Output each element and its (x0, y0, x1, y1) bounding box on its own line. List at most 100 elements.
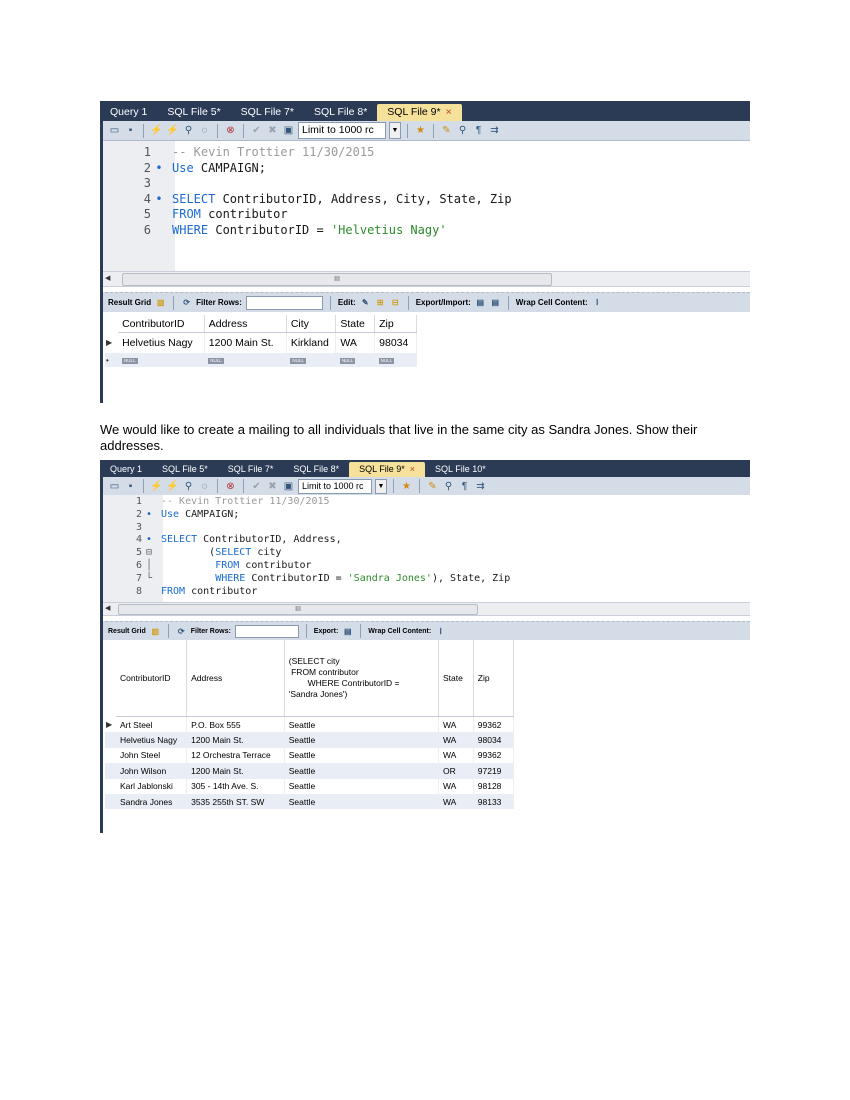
fold-marker-icon[interactable]: ⊟ (142, 547, 156, 560)
sql-editor[interactable]: 1 -- Kevin Trottier 11/30/2015 2 • Use CAMPA… (100, 141, 750, 271)
table-row[interactable]: Helvetius Nagy 1200 Main St. Seattle WA 9803… (105, 732, 515, 748)
brush-icon[interactable]: ✎ (440, 124, 453, 137)
grid-cell[interactable]: Seattle (284, 732, 439, 748)
scroll-thumb[interactable]: III (118, 604, 478, 615)
table-row[interactable]: Sandra Jones 3535 255th ST. SW Seattle WA 98… (105, 793, 515, 810)
column-header[interactable]: Zip (374, 315, 417, 333)
null-cell[interactable]: NULL (375, 353, 417, 367)
result-grid-label[interactable]: Result Grid (108, 628, 146, 635)
new-row[interactable]: • NULL NULL NULL NULL NULL (105, 353, 417, 367)
grid-cell[interactable]: 1200 Main St. (186, 732, 285, 748)
grid-cell[interactable]: 97219 (473, 763, 515, 779)
column-header[interactable]: Address (186, 640, 285, 717)
column-header[interactable]: Address (204, 315, 287, 333)
null-cell[interactable]: NULL (336, 353, 375, 367)
grid-cell[interactable]: Seattle (284, 778, 439, 794)
save-icon[interactable]: ▪ (124, 124, 137, 137)
grid-cell[interactable]: Karl Jablonski (115, 778, 188, 794)
grid-cell[interactable]: Sandra Jones (115, 793, 188, 810)
close-tab-icon[interactable]: × (446, 106, 452, 118)
column-header[interactable]: ContributorID (115, 640, 188, 717)
result-grid-label[interactable]: Result Grid (108, 298, 151, 307)
grid-cell[interactable]: 1200 Main St. (186, 763, 285, 779)
sql-editor[interactable]: 1 -- Kevin Trottier 11/30/2015 2 • Use CAMPA… (100, 495, 750, 602)
tab-sql-file-5[interactable]: SQL File 5* (152, 462, 218, 477)
grid-cell[interactable]: 98133 (473, 793, 515, 810)
commit-icon[interactable]: ✔ (250, 124, 263, 137)
autocommit-icon[interactable]: ▣ (282, 124, 295, 137)
tab-query-1[interactable]: Query 1 (100, 462, 152, 477)
column-header[interactable]: Zip (473, 640, 515, 717)
null-cell[interactable]: NULL (286, 353, 335, 367)
grid-cell[interactable]: 98128 (473, 778, 515, 794)
grid-cell[interactable]: WA (438, 778, 474, 794)
grid-cell[interactable]: WA (438, 793, 474, 810)
filter-rows-input[interactable] (245, 295, 323, 310)
save-icon[interactable]: ▪ (124, 480, 137, 493)
grid-cell[interactable]: Art Steel (115, 716, 188, 733)
tab-sql-file-9[interactable]: SQL File 9* × (349, 462, 426, 477)
add-row-icon[interactable]: ⊞ (375, 297, 386, 308)
tab-sql-file-7[interactable]: SQL File 7* (218, 462, 284, 477)
grid-cell[interactable]: 98034 (374, 332, 417, 353)
grid-cell[interactable]: John Wilson (115, 763, 188, 779)
tab-sql-file-8[interactable]: SQL File 8* (304, 104, 377, 121)
scroll-thumb[interactable]: III (122, 273, 552, 286)
export-icon[interactable]: ▤ (342, 626, 353, 637)
stop-icon[interactable]: ◌ (198, 480, 211, 493)
grid-cell[interactable]: Seattle (284, 763, 439, 779)
rollback-icon[interactable]: ✖ (266, 124, 279, 137)
scroll-left-arrow-icon[interactable]: ◀ (105, 604, 110, 612)
explain-magnifier-icon[interactable]: ⚲ (182, 480, 195, 493)
grid-cell[interactable]: Kirkland (286, 332, 337, 353)
beautify-icon[interactable]: ★ (414, 124, 427, 137)
filter-rows-input[interactable] (234, 624, 299, 638)
export-icon[interactable]: ▤ (475, 297, 486, 308)
grid-cell[interactable]: WA (335, 332, 376, 353)
grid-cell[interactable]: Seattle (284, 793, 439, 810)
grid-cell[interactable]: Seattle (284, 716, 439, 733)
grid-cell[interactable]: 12 Orchestra Terrace (186, 747, 285, 764)
limit-rows-select[interactable]: Limit to 1000 rc (298, 122, 386, 139)
grid-cell[interactable]: OR (438, 763, 474, 779)
grid-cell[interactable]: Helvetius Nagy (115, 732, 188, 748)
autocommit-icon[interactable]: ▣ (282, 480, 295, 493)
explain-magnifier-icon[interactable]: ⚲ (182, 124, 195, 137)
grid-cell[interactable]: Seattle (284, 747, 439, 764)
tab-sql-file-9[interactable]: SQL File 9* × (377, 104, 462, 121)
delete-row-icon[interactable]: ⊟ (390, 297, 401, 308)
tab-sql-file-5[interactable]: SQL File 5* (157, 104, 230, 121)
toggle-error-icon[interactable]: ⊗ (224, 480, 237, 493)
grid-cell[interactable]: 305 - 14th Ave. S. (186, 778, 285, 794)
chevron-down-icon[interactable]: ▼ (375, 478, 387, 494)
grid-cell[interactable]: 98034 (473, 732, 515, 748)
open-folder-icon[interactable]: ▭ (108, 124, 121, 137)
column-header[interactable]: State (335, 315, 376, 333)
execute-current-icon[interactable]: ⚡ (166, 124, 179, 137)
import-icon[interactable]: ▤ (490, 297, 501, 308)
grid-cell[interactable]: 3535 255th ST. SW (186, 793, 285, 810)
tab-query-1[interactable]: Query 1 (100, 104, 157, 121)
beautify-icon[interactable]: ★ (400, 480, 413, 493)
search-icon[interactable]: ⚲ (442, 480, 455, 493)
horizontal-scrollbar[interactable]: ◀ III (100, 602, 750, 616)
fold-marker-icon[interactable]: │ (142, 560, 156, 573)
execute-lightning-icon[interactable]: ⚡ (150, 124, 163, 137)
grid-view-icon[interactable]: ▥ (155, 297, 166, 308)
search-icon[interactable]: ⚲ (456, 124, 469, 137)
grid-cell[interactable]: P.O. Box 555 (186, 716, 285, 733)
grid-view-icon[interactable]: ▥ (150, 626, 161, 637)
table-row[interactable]: ▶ Helvetius Nagy 1200 Main St. Kirkland WA 98… (105, 332, 417, 353)
stop-icon[interactable]: ◌ (198, 124, 211, 137)
tab-sql-file-10[interactable]: SQL File 10* (425, 462, 496, 477)
wrap-lines-icon[interactable]: ⇉ (488, 124, 501, 137)
fold-marker-icon[interactable]: └ (142, 573, 156, 586)
toggle-error-icon[interactable]: ⊗ (224, 124, 237, 137)
edit-row-icon[interactable]: ✎ (360, 297, 371, 308)
grid-cell[interactable]: WA (438, 716, 474, 733)
column-header[interactable]: ContributorID (118, 315, 205, 333)
grid-cell[interactable]: WA (438, 732, 474, 748)
grid-cell[interactable]: WA (438, 747, 474, 764)
open-folder-icon[interactable]: ▭ (108, 480, 121, 493)
table-row[interactable]: Karl Jablonski 305 - 14th Ave. S. Seattle W… (105, 778, 515, 794)
